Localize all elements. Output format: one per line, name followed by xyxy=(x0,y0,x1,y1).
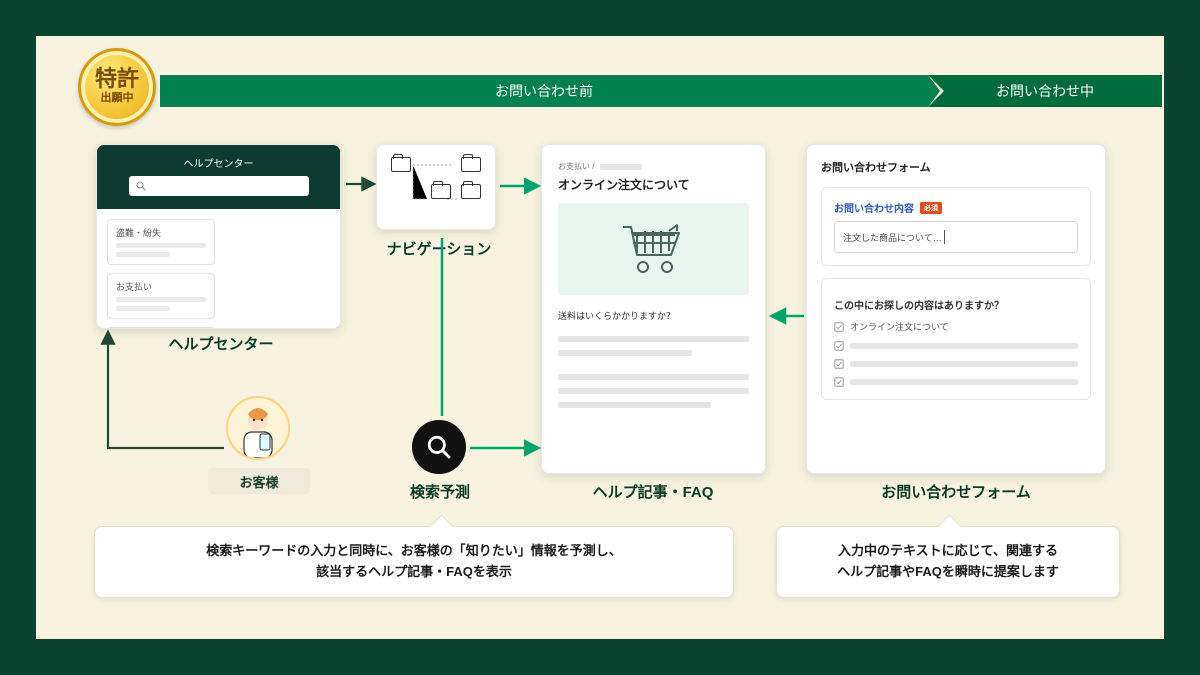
help-center-label: ヘルプセンター xyxy=(156,333,286,354)
inquiry-form-card: お問い合わせフォーム お問い合わせ内容 必須 注文した商品について… この中にお… xyxy=(806,144,1106,474)
tile-payment[interactable]: お支払い xyxy=(107,273,215,319)
magnifier-icon xyxy=(426,434,452,460)
form-label: お問い合わせフォーム xyxy=(866,481,1046,502)
patent-badge: 特許 出願中 xyxy=(78,48,156,126)
folder-icon xyxy=(431,184,451,199)
badge-line2: 出願中 xyxy=(101,92,134,105)
suggestion-item[interactable] xyxy=(834,377,1078,387)
customer-label: お客様 xyxy=(208,468,310,494)
cart-icon xyxy=(619,221,689,277)
person-icon xyxy=(230,402,286,458)
tile-theft-lost[interactable]: 盗難・紛失 xyxy=(107,219,215,265)
step-during-label: お問い合わせ中 xyxy=(996,81,1094,101)
caption-right: 入力中のテキストに応じて、関連する ヘルプ記事やFAQを瞬時に提案します xyxy=(776,526,1120,598)
article-title: オンライン注文について xyxy=(558,176,749,193)
form-title: お問い合わせフォーム xyxy=(821,159,1091,175)
doc-check-icon xyxy=(834,359,844,369)
navigation-label: ナビゲーション xyxy=(374,238,504,259)
connector-nav-to-search xyxy=(432,234,452,418)
suggestion-item[interactable]: オンライン注文について xyxy=(834,320,1078,333)
arrow-help-to-nav xyxy=(344,174,378,194)
badge-line1: 特許 xyxy=(95,68,139,90)
form-input[interactable]: 注文した商品について… xyxy=(834,221,1078,253)
navigation-card xyxy=(376,144,496,230)
tile-account[interactable]: アカウント xyxy=(107,327,215,329)
folder-icon xyxy=(461,184,481,199)
step-before-label: お問い合わせ前 xyxy=(495,81,593,101)
search-predict-icon xyxy=(412,420,466,474)
folder-icon xyxy=(461,157,481,172)
required-badge: 必須 xyxy=(920,202,942,214)
step-banner: お問い合わせ前 お問い合わせ中 xyxy=(160,75,1162,107)
suggestion-item[interactable] xyxy=(834,359,1078,369)
suggestion-item[interactable] xyxy=(834,341,1078,351)
breadcrumb: お支払い / xyxy=(558,161,749,172)
help-center-title: ヘルプセンター xyxy=(97,155,340,170)
suggestion-title: この中にお探しの内容はありますか？ xyxy=(834,297,1078,312)
form-field-label: お問い合わせ内容 必須 xyxy=(834,200,1078,215)
form-field-box: お問い合わせ内容 必須 注文した商品について… xyxy=(821,187,1091,266)
customer-avatar xyxy=(226,396,290,460)
caption-left: 検索キーワードの入力と同時に、お客様の「知りたい」情報を予測し、 該当するヘルプ… xyxy=(94,526,734,598)
help-center-search[interactable] xyxy=(129,176,309,196)
article-label: ヘルプ記事・FAQ xyxy=(568,481,738,502)
suggestion-box: この中にお探しの内容はありますか？ オンライン注文について xyxy=(821,278,1091,400)
article-question: 送料はいくらかかりますか？ xyxy=(558,309,749,322)
search-label: 検索予測 xyxy=(394,481,486,502)
arrow-search-to-article xyxy=(468,438,542,458)
doc-check-icon xyxy=(834,322,844,332)
help-center-header: ヘルプセンター xyxy=(97,145,340,209)
doc-check-icon xyxy=(834,341,844,351)
search-icon xyxy=(135,180,147,192)
arrow-nav-to-article xyxy=(498,176,542,196)
doc-check-icon xyxy=(834,377,844,387)
arrow-form-to-article xyxy=(768,306,808,326)
article-card: お支払い / オンライン注文について 送料はいくらかかりますか？ xyxy=(541,144,766,474)
step-before: お問い合わせ前 xyxy=(160,75,928,107)
help-center-card: ヘルプセンター 盗難・紛失 お支払い アカウント その他 xyxy=(96,144,341,329)
diagram-canvas: お問い合わせ前 お問い合わせ中 特許 出願中 ヘルプセンター 盗難・紛失 お支払… xyxy=(36,36,1164,639)
folder-icon xyxy=(391,157,411,172)
article-hero xyxy=(558,203,749,295)
help-center-tiles: 盗難・紛失 お支払い アカウント その他 xyxy=(97,209,340,329)
step-during: お問い合わせ中 xyxy=(928,75,1162,107)
